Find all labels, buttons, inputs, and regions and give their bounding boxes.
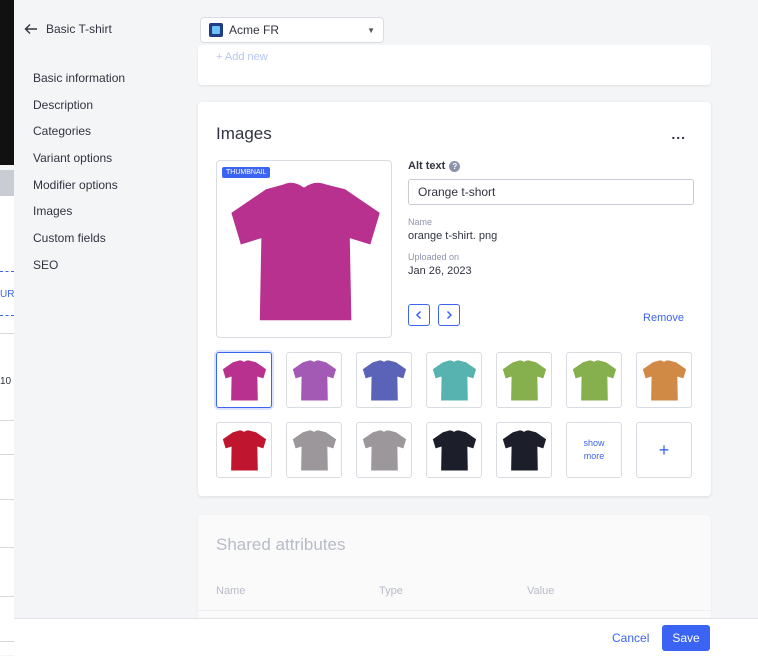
thumbnail-tile[interactable] xyxy=(636,352,692,408)
thumbnail-tile[interactable] xyxy=(566,352,622,408)
tshirt-thumbnail xyxy=(502,430,547,471)
background-divider xyxy=(0,420,14,421)
background-page-bar xyxy=(0,170,14,196)
previous-section-card: + Add new xyxy=(198,45,711,85)
thumbnail-tile[interactable] xyxy=(216,422,272,478)
thumbnail-tile[interactable] xyxy=(356,422,412,478)
show-more-button[interactable]: show more xyxy=(566,422,622,478)
nav-item-images[interactable]: Images xyxy=(33,203,125,230)
add-image-button[interactable]: + xyxy=(636,422,692,478)
nav-item-seo[interactable]: SEO xyxy=(33,257,125,284)
tshirt-thumbnail xyxy=(502,360,547,401)
tshirt-shape xyxy=(231,182,380,321)
tshirt-thumbnail xyxy=(292,360,337,401)
chevron-left-icon xyxy=(415,310,422,320)
store-select[interactable]: Acme FR ▼ xyxy=(200,17,384,43)
more-options-button[interactable]: ... xyxy=(671,126,686,142)
tshirt-thumbnail xyxy=(292,430,337,471)
nav-item-variant-options[interactable]: Variant options xyxy=(33,150,125,177)
image-nav-arrows xyxy=(408,304,460,326)
chevron-right-icon xyxy=(446,310,453,320)
store-select-value: Acme FR xyxy=(229,23,280,37)
alt-text-value: Orange t-short xyxy=(418,185,496,199)
nav-item-modifier-options[interactable]: Modifier options xyxy=(33,177,125,204)
tshirt-thumbnail xyxy=(432,430,477,471)
column-value: Value xyxy=(527,585,555,597)
thumbnail-tile[interactable] xyxy=(286,352,342,408)
cancel-button[interactable]: Cancel xyxy=(612,631,649,645)
name-value: orange t-shirt. png xyxy=(408,230,498,242)
tshirt-thumbnail xyxy=(362,430,407,471)
tshirt-thumbnail xyxy=(432,360,477,401)
add-new-button[interactable]: + Add new xyxy=(216,51,268,63)
name-label: Name xyxy=(408,217,433,227)
background-divider xyxy=(0,271,14,272)
background-divider xyxy=(0,547,14,548)
thumbnail-tile[interactable] xyxy=(426,422,482,478)
thumbnail-tile[interactable] xyxy=(356,352,412,408)
divider xyxy=(198,610,711,611)
alt-text-label-row: Alt text ? xyxy=(408,160,694,172)
background-divider xyxy=(0,315,14,316)
chevron-down-icon: ▼ xyxy=(367,25,375,35)
tshirt-image xyxy=(231,182,380,321)
plus-icon: + xyxy=(658,439,670,460)
product-title: Basic T-shirt xyxy=(46,22,112,36)
background-divider xyxy=(0,641,14,642)
thumbnail-tile[interactable] xyxy=(216,352,272,408)
thumbnail-grid: show more + xyxy=(216,352,692,478)
arrow-left-icon xyxy=(24,24,37,34)
help-icon[interactable]: ? xyxy=(449,160,461,172)
images-title: Images xyxy=(216,124,272,143)
remove-image-button[interactable]: Remove xyxy=(643,312,684,324)
background-divider xyxy=(0,499,14,500)
show-more-label: show more xyxy=(583,438,605,461)
action-footer: Cancel Save xyxy=(14,618,758,656)
background-text-fragment: 10 xyxy=(0,376,12,387)
previous-image-button[interactable] xyxy=(408,304,430,326)
shared-attributes-title: Shared attributes xyxy=(216,535,346,554)
background-divider xyxy=(0,596,14,597)
store-logo-icon xyxy=(209,23,223,37)
nav-item-description[interactable]: Description xyxy=(33,97,125,124)
thumbnail-tile[interactable] xyxy=(496,352,552,408)
column-name: Name xyxy=(216,585,246,597)
tshirt-thumbnail xyxy=(222,430,267,471)
tshirt-thumbnail xyxy=(642,360,687,401)
next-image-button[interactable] xyxy=(438,304,460,326)
thumbnail-tile[interactable] xyxy=(496,422,552,478)
tshirt-thumbnail xyxy=(362,360,407,401)
background-page xyxy=(0,196,14,655)
tshirt-thumbnail xyxy=(222,360,267,401)
thumbnail-tile[interactable] xyxy=(286,422,342,478)
section-nav: Basic information Description Categories… xyxy=(33,70,125,284)
uploaded-value: Jan 26, 2023 xyxy=(408,265,472,277)
thumbnail-preview: THUMBNAIL xyxy=(216,160,392,338)
alt-text-input[interactable]: Orange t-short xyxy=(408,179,694,205)
alt-text-label: Alt text xyxy=(408,160,446,172)
save-button[interactable]: Save xyxy=(662,625,710,651)
thumbnail-tile[interactable] xyxy=(426,352,482,408)
back-button[interactable]: Basic T-shirt xyxy=(24,22,112,36)
nav-item-basic-information[interactable]: Basic information xyxy=(33,70,125,97)
uploaded-label: Uploaded on xyxy=(408,252,460,262)
nav-item-custom-fields[interactable]: Custom fields xyxy=(33,230,125,257)
nav-item-categories[interactable]: Categories xyxy=(33,123,125,150)
background-page-dark-strip xyxy=(0,0,14,165)
images-card: Images ... THUMBNAIL Alt text ? Orange t… xyxy=(198,102,711,496)
tshirt-thumbnail xyxy=(572,360,617,401)
image-details: Alt text ? Orange t-short Name orange t-… xyxy=(408,160,694,326)
column-type: Type xyxy=(379,585,403,597)
background-divider xyxy=(0,454,14,455)
background-divider xyxy=(0,333,14,334)
product-edit-panel: Basic T-shirt Acme FR ▼ Basic informatio… xyxy=(14,0,758,656)
